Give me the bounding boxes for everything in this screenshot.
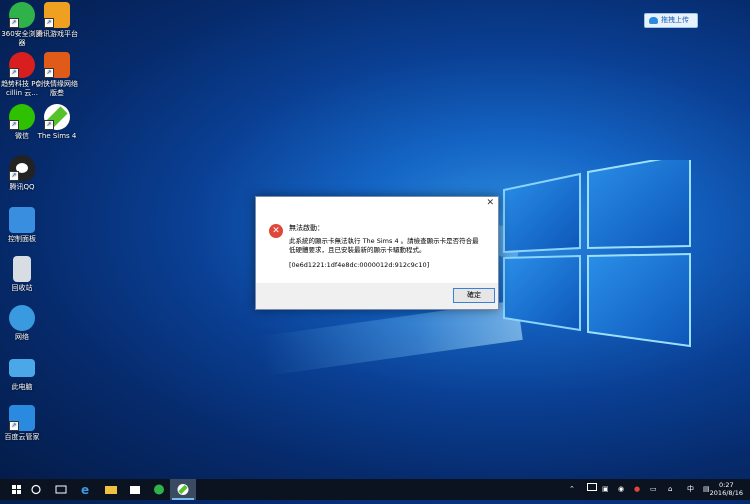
- taskbar-sims4[interactable]: [170, 479, 196, 500]
- control-panel-icon: [9, 207, 35, 233]
- network-icon: [9, 305, 35, 331]
- desktop-icon-this-pc[interactable]: 此电脑: [1, 355, 43, 392]
- dialog-footer: 確定: [256, 283, 498, 309]
- baidu-cloud-icon: ↗: [9, 405, 35, 431]
- dialog-title: 無法啟動：: [289, 224, 324, 232]
- clock[interactable]: 0:27 2016/8/16: [710, 481, 743, 497]
- wechat-icon: ↗: [9, 104, 35, 130]
- notification-icon[interactable]: ▤: [703, 479, 710, 500]
- error-dialog: ✕ ✕ 無法啟動： 此系統的顯示卡無法執行 The Sims 4 。請檢查顯示卡…: [255, 196, 499, 310]
- drag-upload-button[interactable]: 拖拽上传: [644, 13, 698, 28]
- sims4-icon: ↗: [44, 104, 70, 130]
- desktop-icon-sims4[interactable]: ↗ The Sims 4: [36, 104, 78, 141]
- windows-logo: [503, 160, 691, 348]
- tray-color-icon[interactable]: ●: [634, 479, 640, 500]
- desktop-icon-tencent-game[interactable]: ↗ 腾讯游戏平台: [36, 2, 78, 39]
- search-button[interactable]: [24, 479, 50, 500]
- desktop-icon-qq[interactable]: ↗ 腾讯QQ: [1, 155, 43, 192]
- folder-icon: [105, 486, 117, 494]
- tencent-game-icon: ↗: [44, 2, 70, 28]
- pc-cillin-icon: ↗: [9, 52, 35, 78]
- taskbar: e ⌃ ▣ ◉ ● ▭ ⌂ 中 ▤ 0:27 2016/8/16: [0, 479, 750, 500]
- desktop-icon-network[interactable]: 网络: [1, 305, 43, 342]
- tray-chevron-icon[interactable]: ⌃: [569, 479, 575, 500]
- tray-app-icon[interactable]: [587, 479, 597, 500]
- desktop-icon-baidu-cloud[interactable]: ↗ 百度云管家: [1, 405, 43, 442]
- desktop-icon-control-panel[interactable]: 控制面板: [1, 207, 43, 244]
- taskbar-store[interactable]: [122, 479, 148, 500]
- light-beam: [259, 300, 523, 376]
- desktop-icon-recycle-bin[interactable]: 回收站: [1, 256, 43, 293]
- svg-text:e: e: [81, 483, 89, 497]
- recycle-bin-icon: [13, 256, 31, 282]
- network-tray-icon[interactable]: ⌂: [668, 479, 672, 500]
- jx3-icon: ↗: [44, 52, 70, 78]
- store-icon: [130, 486, 140, 494]
- 360-browser-icon: ↗: [9, 2, 35, 28]
- taskbar-explorer[interactable]: [98, 479, 124, 500]
- task-view-icon: [55, 485, 67, 494]
- dialog-message: 此系統的顯示卡無法執行 The Sims 4 。請檢查顯示卡是否符合最低硬體要求…: [289, 237, 479, 254]
- cloud-icon: [649, 16, 658, 24]
- tray-camera-icon[interactable]: ▣: [602, 479, 609, 500]
- error-code: [0e6d1221:1df4e8dc:0000012d:912c9c10]: [289, 261, 430, 269]
- search-circle-icon: [31, 484, 41, 495]
- task-view-button[interactable]: [48, 479, 74, 500]
- taskbar-360[interactable]: [146, 479, 172, 500]
- desktop-icon-jx3[interactable]: ↗ 剑侠情缘网络版叁: [36, 52, 78, 98]
- ok-button[interactable]: 確定: [453, 288, 495, 303]
- sims4-icon: [177, 484, 189, 495]
- 360-browser-icon: [154, 484, 164, 495]
- tray-shield-icon[interactable]: ◉: [618, 479, 624, 500]
- error-icon: ✕: [269, 224, 283, 238]
- battery-icon[interactable]: ▭: [650, 479, 657, 500]
- edge-icon: e: [81, 483, 89, 497]
- qq-icon: ↗: [9, 155, 35, 181]
- taskbar-edge[interactable]: e: [73, 479, 99, 500]
- close-icon[interactable]: ✕: [486, 198, 494, 208]
- ime-indicator[interactable]: 中: [687, 479, 694, 500]
- this-pc-icon: [9, 359, 35, 377]
